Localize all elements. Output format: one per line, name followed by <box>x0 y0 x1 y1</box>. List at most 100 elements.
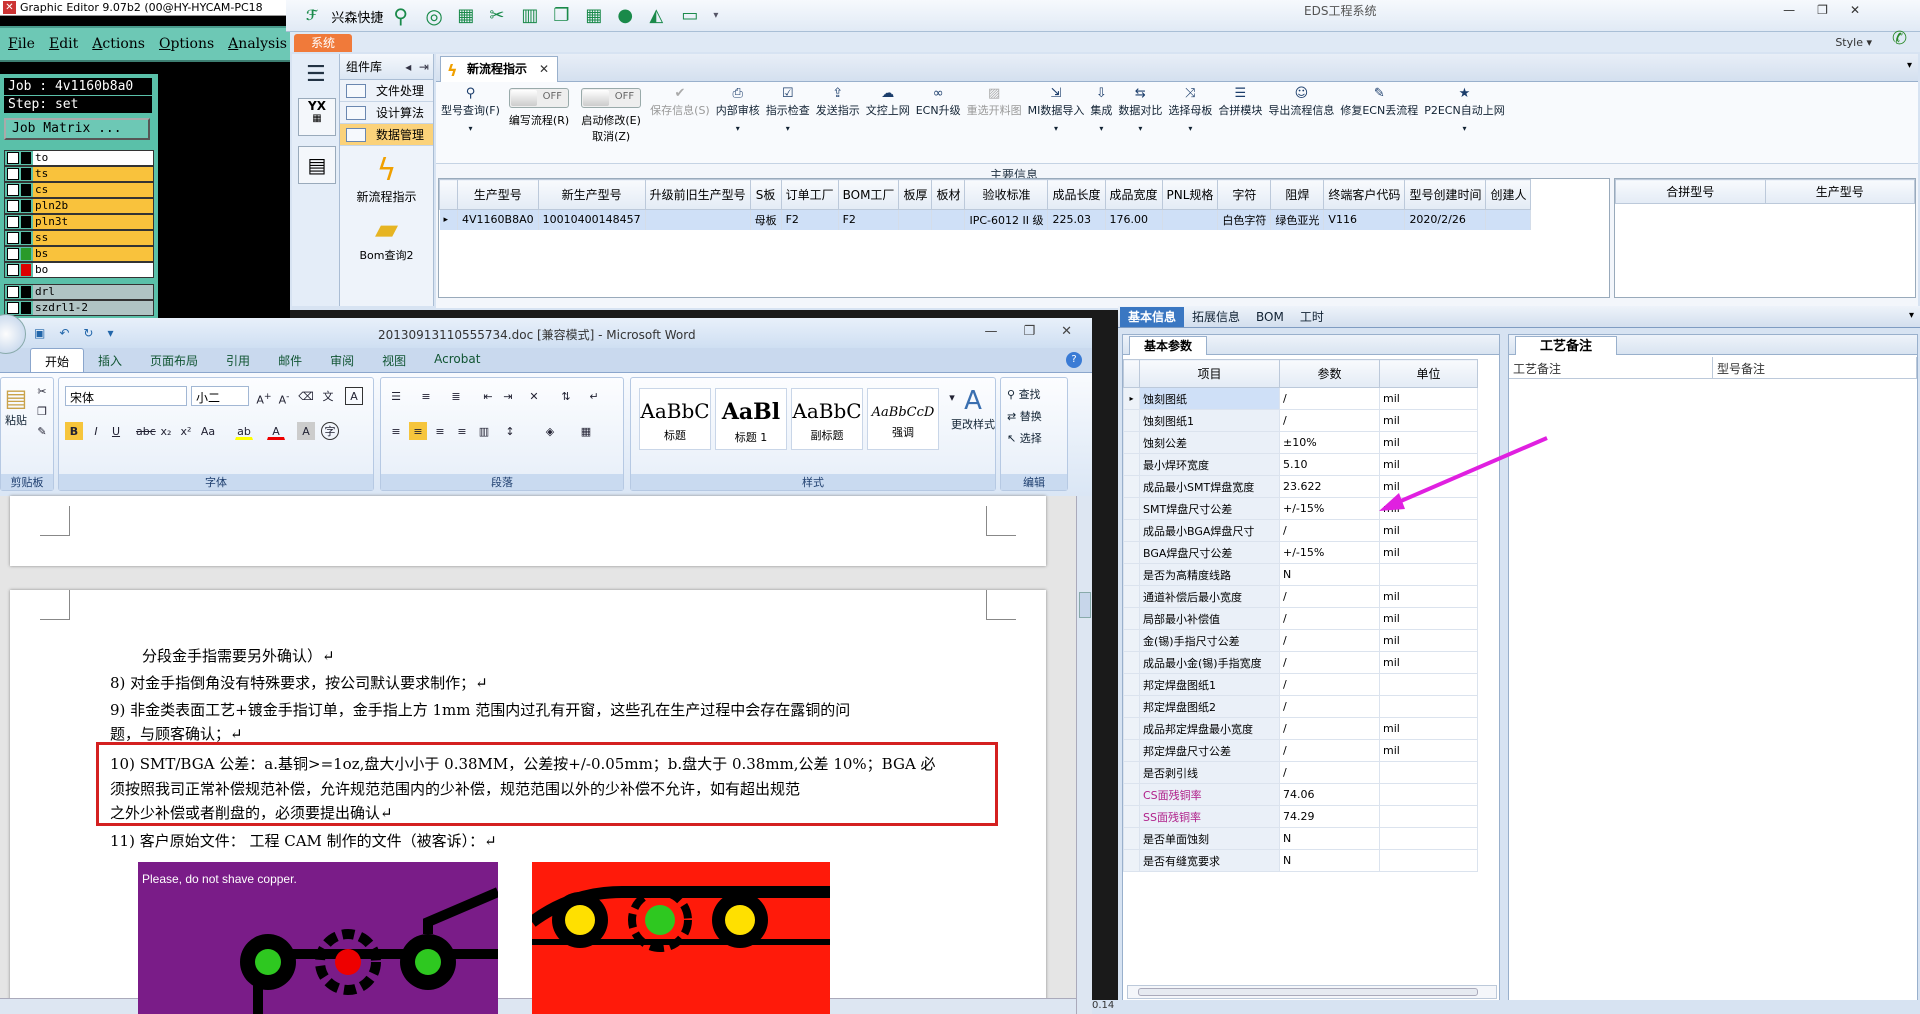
ribbon-button-6[interactable]: ⇪ 发送指示 <box>813 82 863 163</box>
font-name-combo[interactable]: 宋体 <box>65 386 187 406</box>
system-tab[interactable]: 系统 <box>294 34 352 52</box>
multilevel-list-icon[interactable]: ≣ <box>447 387 465 405</box>
layer-row[interactable]: pln2b <box>4 198 154 214</box>
menu-actions[interactable]: Actions <box>92 36 145 52</box>
complib-new-flow[interactable]: ϟ 新流程指示 <box>340 154 433 205</box>
minimize-icon[interactable]: — <box>984 324 997 339</box>
param-row[interactable]: 蚀刻图纸1/mil <box>1123 409 1478 432</box>
grid-icon[interactable]: ▦ <box>585 5 607 27</box>
param-row[interactable]: 通道补偿后最小宽度 / mil <box>1123 585 1478 608</box>
layer-row[interactable]: szdrl1-2 <box>4 300 154 316</box>
table-row[interactable]: ▸ 4V1160B8A0 10010400148457 母板 F2 F2 IPC-6012 … <box>439 209 1532 230</box>
param-value[interactable]: N <box>1279 563 1380 586</box>
column-header[interactable]: 生产型号 <box>1764 179 1915 204</box>
param-row[interactable]: 是否剥引线 / <box>1123 761 1478 784</box>
param-row[interactable]: 金(锡)手指尺寸公差 / mil <box>1123 629 1478 652</box>
strikethrough-icon[interactable]: abc <box>135 422 156 440</box>
format-painter-icon[interactable]: ✎ <box>33 422 51 440</box>
param-row[interactable]: 是否为高精度线路 N <box>1123 563 1478 586</box>
italic-icon[interactable]: I <box>87 422 105 440</box>
bold-icon[interactable]: B <box>65 422 83 440</box>
column-header[interactable]: S板 <box>749 179 782 210</box>
tab-work-hours[interactable]: 工时 <box>1292 307 1332 327</box>
increase-indent-icon[interactable]: ⇥ <box>499 387 517 405</box>
customize-icon[interactable]: ▾ <box>713 5 735 27</box>
column-header[interactable]: 板厚 <box>898 179 933 210</box>
ribbon-button-15[interactable]: ☺ 导出流程信息 <box>1265 82 1337 163</box>
param-row[interactable]: 最小焊环宽度 5.10 mil <box>1123 453 1478 476</box>
param-value[interactable]: N <box>1279 849 1380 872</box>
table-cell[interactable]: F2 <box>781 209 839 230</box>
param-value[interactable]: / <box>1279 761 1380 784</box>
restore-icon[interactable]: ❐ <box>1817 3 1828 17</box>
menu-file[interactable]: File <box>8 36 35 52</box>
help-icon[interactable]: ? <box>1066 352 1082 368</box>
tab-extended-info[interactable]: 拓展信息 <box>1184 307 1248 327</box>
style-heading-1[interactable]: AaBl 标题 1 <box>715 388 787 450</box>
select-button[interactable]: ↖ 选择 <box>1007 430 1042 446</box>
tab-home[interactable]: 开始 <box>30 348 85 372</box>
param-value[interactable]: / <box>1279 717 1380 740</box>
tab-page-layout[interactable]: 页面布局 <box>136 348 212 372</box>
param-value[interactable]: / <box>1279 585 1380 608</box>
font-size-combo[interactable]: 小二 <box>191 386 249 406</box>
tab-bom[interactable]: BOM <box>1248 307 1292 327</box>
char-shading-icon[interactable]: A <box>297 422 315 440</box>
layer-checkbox[interactable] <box>7 152 19 164</box>
chinese-layout-icon[interactable]: ✕ <box>525 387 543 405</box>
row-selector-icon[interactable]: ▸ <box>439 209 458 230</box>
save-icon[interactable]: ▣ <box>34 326 45 340</box>
job-matrix-button[interactable]: Job Matrix ... <box>4 118 150 140</box>
layer-checkbox[interactable] <box>7 168 19 180</box>
align-left-icon[interactable]: ≡ <box>387 422 405 440</box>
layer-row[interactable]: to <box>4 150 154 166</box>
redo-icon[interactable]: ↻ <box>83 326 93 340</box>
complib-item-design-algorithm[interactable]: 设计算法 <box>340 102 433 124</box>
scroll-thumb[interactable] <box>1079 592 1091 618</box>
change-styles-button[interactable]: A 更改样式 <box>951 386 995 432</box>
column-header[interactable]: 终端客户代码 <box>1323 179 1406 210</box>
column-header[interactable]: 订单工厂 <box>780 179 839 210</box>
shading-icon[interactable]: ◈ <box>541 422 559 440</box>
doc-tab-new-flow[interactable]: ϟ 新流程指示 ✕ <box>440 56 559 82</box>
table-cell[interactable]: F2 <box>838 209 900 230</box>
ribbon-button-11[interactable]: ⇩ 集成 ▾ <box>1087 82 1115 163</box>
param-row[interactable]: BGA焊盘尺寸公差 +/-15% mil <box>1123 541 1478 564</box>
horizontal-scrollbar[interactable] <box>1127 985 1497 999</box>
param-row[interactable]: 邦定焊盘图纸1/ <box>1123 673 1478 696</box>
ribbon-button-14[interactable]: ☰ 合拼模块 <box>1215 82 1265 163</box>
layer-checkbox[interactable] <box>7 264 19 276</box>
param-value[interactable]: / <box>1279 519 1380 542</box>
close-icon[interactable]: ✕ <box>1061 324 1072 339</box>
cut-icon[interactable]: ✂ <box>33 382 51 400</box>
paste-button[interactable]: ▤ 粘贴 <box>3 384 29 428</box>
tab-review[interactable]: 审阅 <box>316 348 368 372</box>
column-header[interactable]: 单位 <box>1379 359 1478 388</box>
undo-icon[interactable]: ↶ <box>59 326 69 340</box>
graphic-editor-canvas[interactable] <box>158 74 290 330</box>
chevron-down-icon[interactable]: ▾ <box>766 124 810 133</box>
param-row[interactable]: 局部最小补偿值 / mil <box>1123 607 1478 630</box>
param-value[interactable]: +/-15% <box>1279 497 1380 520</box>
tab-basic-info[interactable]: 基本信息 <box>1120 307 1185 327</box>
film-icon[interactable]: ▥ <box>521 5 543 27</box>
scissors-icon[interactable]: ✂ <box>489 5 511 27</box>
phonetic-icon[interactable]: 文 <box>319 387 337 405</box>
table-cell[interactable]: 绿色亚光 <box>1270 209 1325 230</box>
chevron-down-icon[interactable]: ▾ <box>1090 124 1112 133</box>
param-value[interactable]: / <box>1279 673 1380 696</box>
monitor-icon[interactable]: ▭ <box>681 5 703 27</box>
align-right-icon[interactable]: ≡ <box>431 422 449 440</box>
yx-tool-icon[interactable]: YX ▦ <box>298 98 336 136</box>
table-cell[interactable]: IPC-6012 II 级 <box>964 209 1049 230</box>
column-header[interactable]: 生产型号 <box>457 179 539 210</box>
style-menu[interactable]: Style ▾ <box>1835 36 1872 49</box>
table-cell[interactable] <box>1162 209 1219 230</box>
param-value[interactable]: +/-15% <box>1279 541 1380 564</box>
table-cell[interactable] <box>645 209 751 230</box>
bullets-icon[interactable]: ☰ <box>387 387 405 405</box>
customize-icon[interactable]: ▾ <box>107 326 113 340</box>
ribbon-button-8[interactable]: ∞ ECN升级 <box>913 82 964 163</box>
chevron-down-icon[interactable]: ▾ <box>1118 124 1162 133</box>
column-header[interactable]: 型号备注 <box>1713 357 1917 379</box>
